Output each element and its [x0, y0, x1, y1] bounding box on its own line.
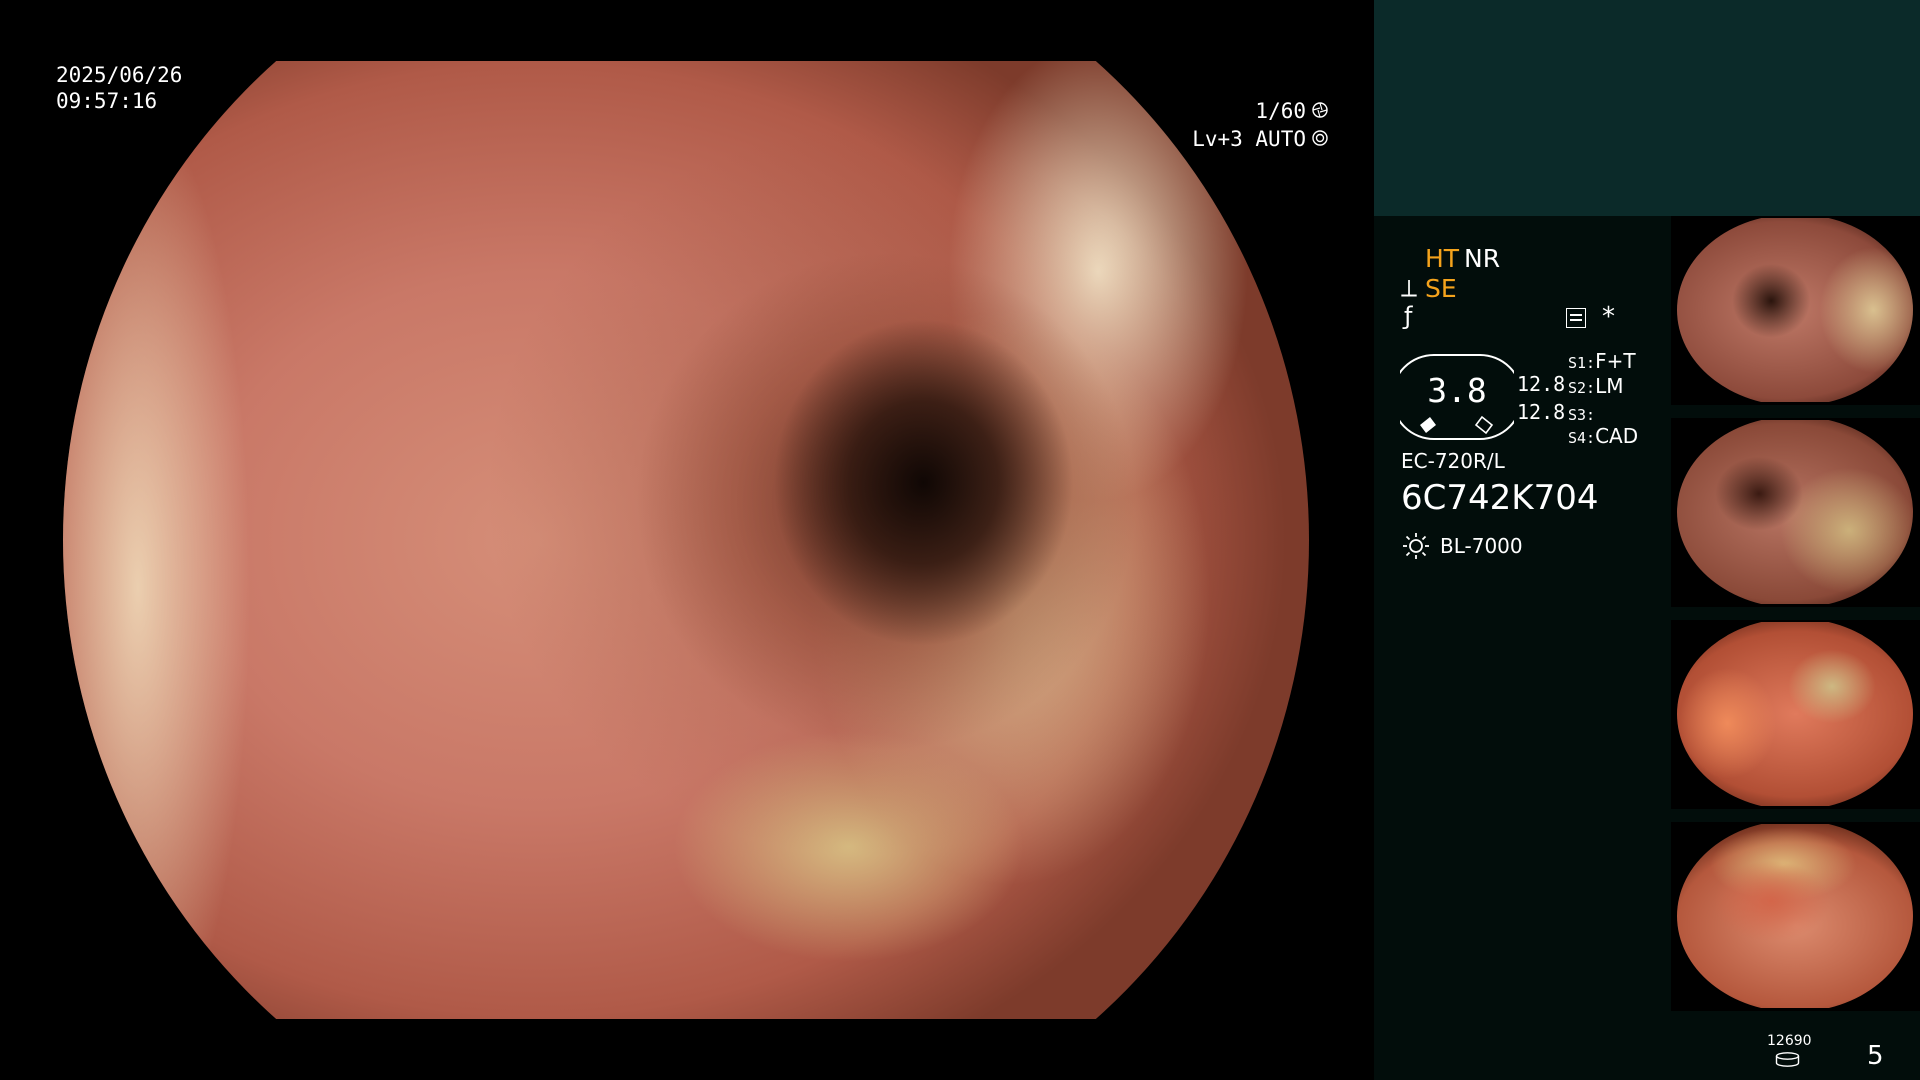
scope-model: EC-720R/L: [1401, 449, 1505, 473]
status-panel-header: [1374, 0, 1920, 216]
thumbnail-image: [1677, 622, 1913, 806]
mode-ht: HT: [1425, 244, 1460, 273]
storage-count: 12690: [1767, 1033, 1812, 1049]
endoscope-view: [0, 0, 1374, 1080]
zoom-value: 3.8: [1427, 371, 1487, 410]
scope-serial: 6C742K704: [1401, 478, 1599, 518]
thumbnail-strip: [1671, 216, 1920, 1016]
mode-se: SE: [1425, 274, 1457, 303]
switch-4: S4:CAD: [1568, 424, 1639, 448]
mode-nr: NR: [1464, 244, 1501, 273]
capture-thumbnail[interactable]: [1671, 822, 1920, 1011]
exam-time: 09:57:16: [56, 89, 158, 113]
switch-3: S3:: [1568, 406, 1596, 424]
value-b: 12.8: [1517, 400, 1566, 424]
value-a: 12.8: [1517, 372, 1566, 396]
capture-thumbnail[interactable]: [1671, 418, 1920, 607]
capture-thumbnail[interactable]: [1671, 216, 1920, 405]
light-source-icon: [1403, 533, 1429, 559]
brightness-level: Lv+3 AUTO: [1192, 127, 1306, 151]
thumbnail-image: [1677, 218, 1913, 402]
thumbnail-image: [1677, 420, 1913, 604]
structure-enhance-icon: ⟂: [1401, 274, 1418, 302]
capture-thumbnail[interactable]: [1671, 620, 1920, 809]
star-marker: *: [1602, 302, 1615, 332]
freeze-icon: ƒ: [1404, 302, 1413, 330]
switch-2: S2:LM: [1568, 374, 1624, 398]
exam-date: 2025/06/26: [56, 63, 183, 87]
shutter-icon: [1312, 102, 1328, 118]
page-number: 5: [1867, 1041, 1884, 1071]
light-source: BL-7000: [1440, 534, 1523, 558]
switch-1: S1:F+T: [1568, 349, 1636, 373]
shutter-speed: 1/60: [1255, 99, 1306, 123]
iris-icon: [1312, 130, 1328, 146]
thumbnail-image: [1677, 824, 1913, 1008]
endoscopic-image: [63, 61, 1309, 1019]
storage-icon: [1775, 1052, 1800, 1067]
record-list-icon: [1566, 308, 1586, 328]
